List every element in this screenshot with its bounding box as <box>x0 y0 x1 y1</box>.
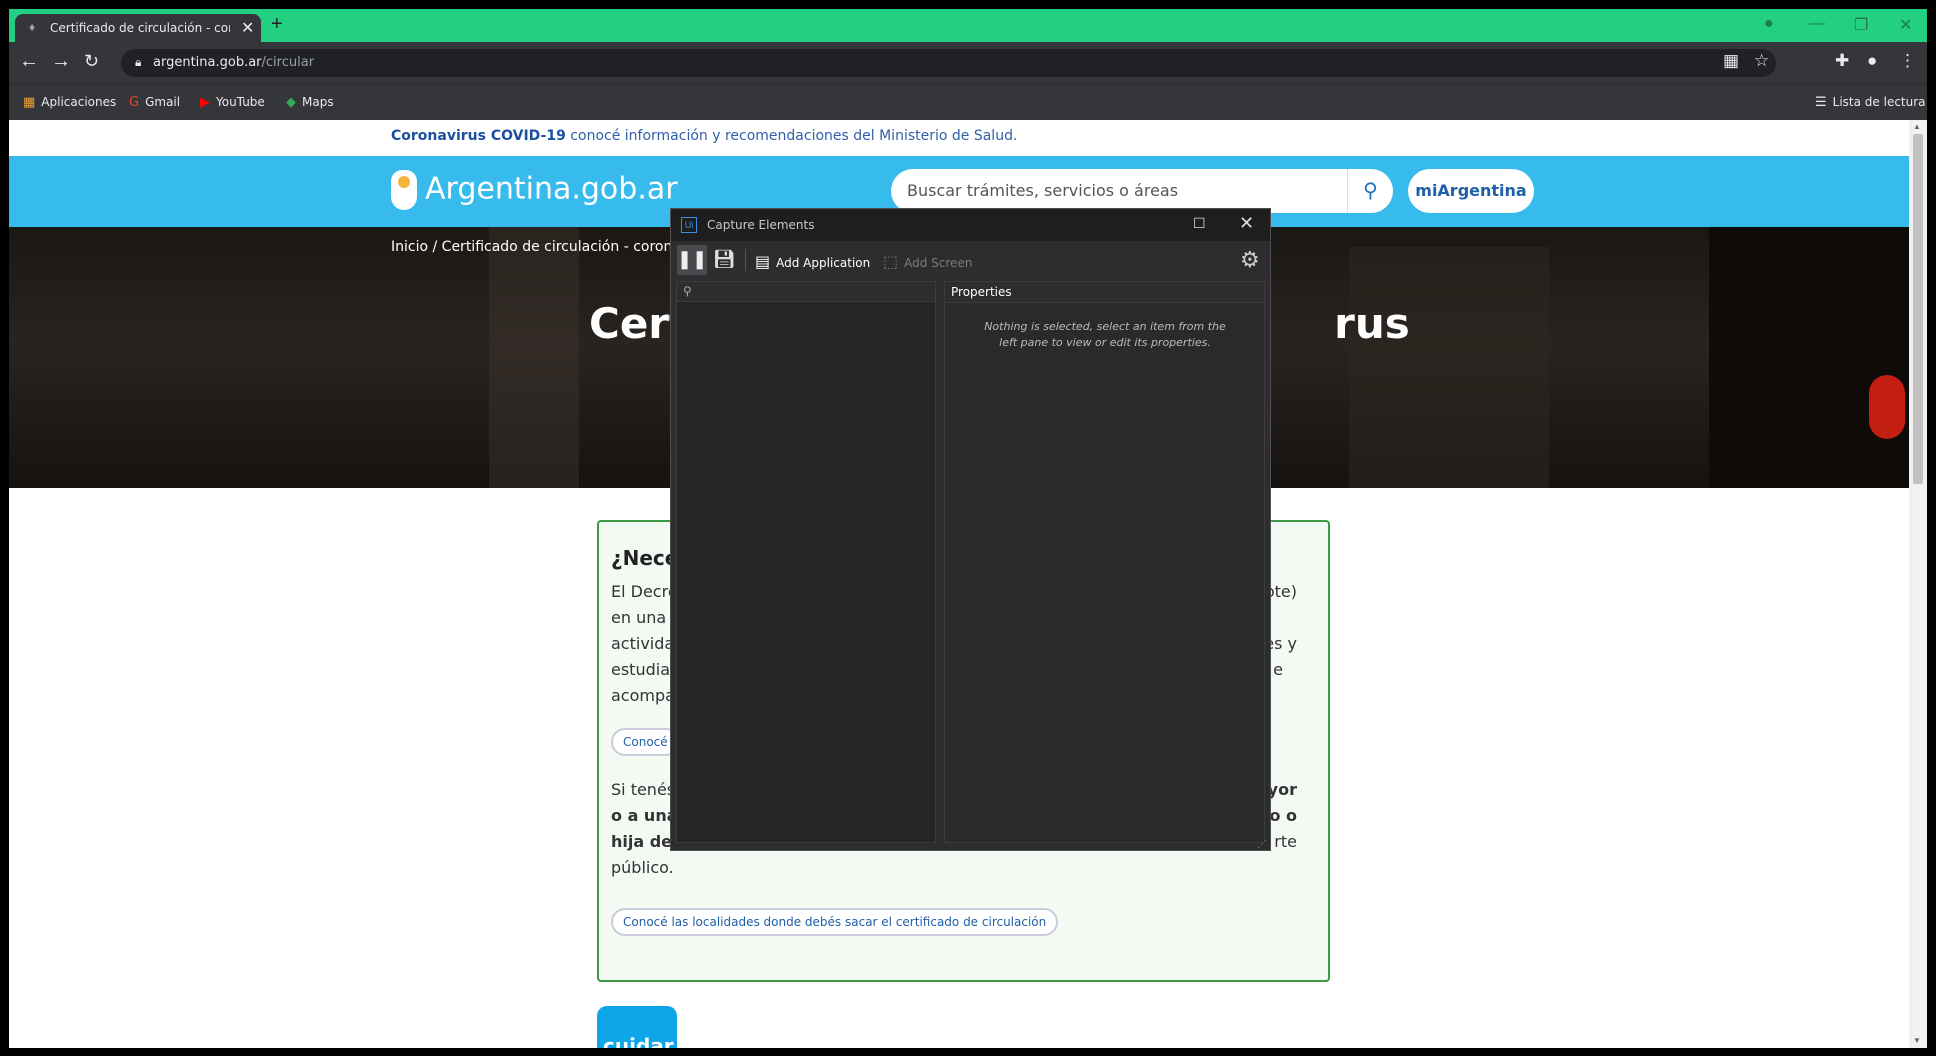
capture-toolbar: ❚❚ 💾︎ ▤ Add Application ⬚ Add Screen ⚙ <box>671 241 1270 279</box>
search-icon: ⚲ <box>1363 180 1378 202</box>
capture-close-icon[interactable]: ✕ <box>1239 213 1254 234</box>
minimize-icon[interactable]: — <box>1809 15 1825 33</box>
reload-icon[interactable]: ↻ <box>84 51 99 72</box>
save-icon[interactable]: 💾︎ <box>713 249 736 270</box>
tab-close-icon[interactable]: ✕ <box>241 18 254 38</box>
url-text: argentina.gob.ar/circular <box>153 55 315 70</box>
qr-icon[interactable]: ▦ <box>1723 51 1739 71</box>
empty-properties-message: Nothing is selected, select an item from… <box>984 320 1226 349</box>
bookmarks-bar: ▦ Aplicaciones G Gmail ▶ YouTube ◆ Maps ☰ Lis… <box>9 84 1927 120</box>
lock-icon: 🔒︎ <box>135 55 142 69</box>
pharmacy-sign <box>1869 375 1905 439</box>
add-application-button[interactable]: ▤ Add Application <box>755 252 870 271</box>
pause-icon: ❚❚ <box>677 249 708 269</box>
tab-search-icon[interactable]: ● <box>1764 15 1774 33</box>
menu-icon[interactable]: ⋮ <box>1899 51 1916 71</box>
uipath-icon: Ui <box>681 217 697 233</box>
bookmark-maps[interactable]: ◆ Maps <box>286 95 334 110</box>
breadcrumb-home[interactable]: Inicio <box>391 239 428 255</box>
scroll-up-icon[interactable]: ▲ <box>1913 122 1921 131</box>
tab-title: Certificado de circulación - coronavirus <box>50 21 230 35</box>
capture-elements-window: Ui Capture Elements ☐ ✕ ❚❚ 💾︎ ▤ Add Appli… <box>670 208 1271 851</box>
reading-list-icon: ☰ <box>1815 95 1827 110</box>
add-application-icon: ▤ <box>755 252 771 271</box>
search-icon: ⚲ <box>683 284 692 298</box>
forward-icon[interactable]: → <box>51 50 71 73</box>
bookmark-youtube[interactable]: ▶ YouTube <box>200 95 265 110</box>
site-search-input[interactable]: Buscar trámites, servicios o áreas <box>891 169 1347 213</box>
back-icon[interactable]: ← <box>19 50 39 73</box>
capture-title: Capture Elements <box>707 218 815 232</box>
covid-alert[interactable]: Coronavirus COVID-19 conocé información … <box>391 128 1017 144</box>
reading-list[interactable]: ☰ Lista de lectura <box>1815 95 1926 110</box>
browser-toolbar: ← → ↻ 🔒︎ argentina.gob.ar/circular ▦ ☆ ✚… <box>9 42 1927 84</box>
bookmark-star-icon[interactable]: ☆ <box>1754 51 1769 71</box>
scrollbar-thumb[interactable] <box>1913 134 1923 484</box>
resize-grip-icon[interactable]: ⋰ <box>1257 839 1267 850</box>
cuidar-logo[interactable]: cuidar <box>597 1006 677 1048</box>
address-bar[interactable]: 🔒︎ argentina.gob.ar/circular <box>121 49 1776 77</box>
page-scrollbar[interactable]: ▲ ▼ <box>1909 120 1927 1048</box>
breadcrumb: Inicio / Certificado de circulación - co… <box>391 239 699 255</box>
elements-tree-pane[interactable]: ⚲ <box>676 281 936 843</box>
desktop: ♦ Certificado de circulación - coronavir… <box>0 0 1936 1056</box>
new-tab-button[interactable]: + <box>271 13 283 36</box>
localities-button[interactable]: Conocé las localidades donde debés sacar… <box>611 908 1059 936</box>
site-favicon-icon: ♦ <box>29 20 36 34</box>
extensions-icon[interactable]: ✚ <box>1835 51 1849 71</box>
add-screen-icon: ⬚ <box>883 252 899 271</box>
properties-pane: Properties Nothing is selected, select a… <box>944 281 1265 843</box>
national-emblem-icon <box>391 170 417 210</box>
search-button[interactable]: ⚲ <box>1347 169 1393 213</box>
site-logo[interactable]: Argentina.gob.ar <box>391 170 678 210</box>
window-close-icon[interactable]: ✕ <box>1899 15 1912 35</box>
maps-icon: ◆ <box>286 95 296 110</box>
breadcrumb-current: Certificado de circulación - coronavir <box>441 239 699 255</box>
maximize-icon[interactable]: ☐ <box>1193 215 1206 232</box>
capture-titlebar[interactable]: Ui Capture Elements ☐ ✕ <box>671 209 1270 241</box>
scroll-down-icon[interactable]: ▼ <box>1913 1036 1921 1045</box>
properties-header: Properties <box>945 282 1264 303</box>
add-screen-button[interactable]: ⬚ Add Screen <box>883 252 972 271</box>
tree-search-input[interactable]: ⚲ <box>677 282 935 302</box>
profile-icon[interactable]: ● <box>1867 51 1877 71</box>
google-icon: G <box>129 95 140 110</box>
pause-button[interactable]: ❚❚ <box>677 245 707 275</box>
apps-grid-icon: ▦ <box>23 95 36 110</box>
bookmark-gmail[interactable]: G Gmail <box>129 95 180 110</box>
gear-icon[interactable]: ⚙ <box>1240 247 1260 273</box>
card-heading: ¿Nece <box>611 546 679 570</box>
miargentina-button[interactable]: miArgentina <box>1408 169 1534 213</box>
youtube-icon: ▶ <box>200 95 210 110</box>
restore-icon[interactable]: ❐ <box>1854 15 1868 35</box>
bookmark-apps[interactable]: ▦ Aplicaciones <box>23 95 116 110</box>
tab-strip: ♦ Certificado de circulación - coronavir… <box>9 9 1927 42</box>
browser-tab[interactable]: ♦ Certificado de circulación - coronavir… <box>15 14 261 42</box>
